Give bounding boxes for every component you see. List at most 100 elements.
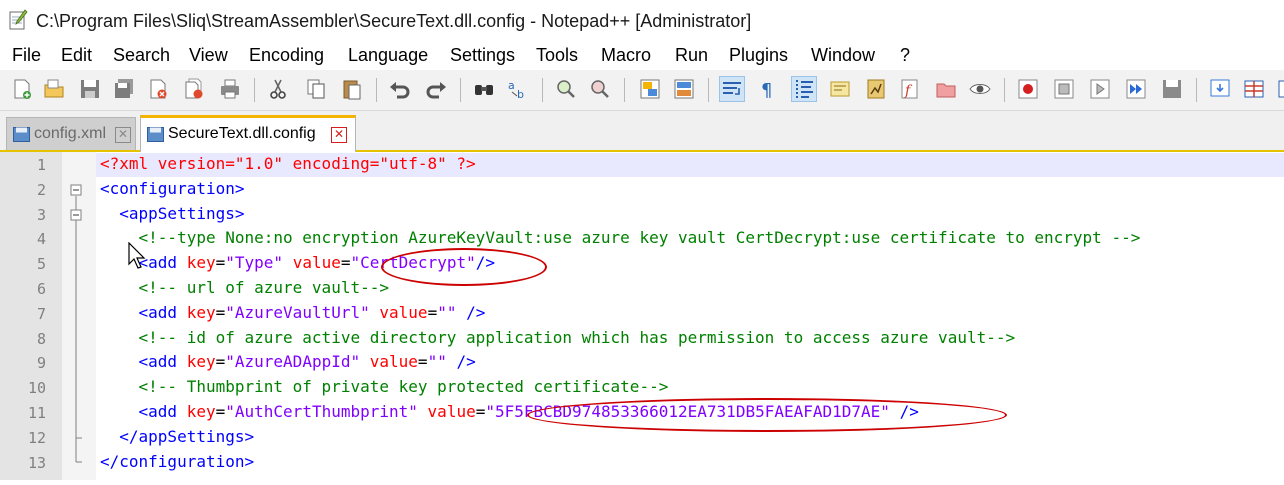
code-editor[interactable]: <?xml version="1.0" encoding="utf-8" ?> <… (0, 152, 1284, 480)
code-token: /> (899, 402, 919, 421)
zoom-in-icon[interactable] (554, 77, 578, 101)
code-token: value (427, 402, 476, 421)
cut-icon[interactable] (266, 77, 290, 101)
tab-config-xml[interactable]: config.xml ✕ (6, 117, 136, 150)
code-line: <?xml version="1.0" encoding="utf-8" ?> (100, 154, 476, 173)
fold-markers (70, 184, 82, 463)
code-token: <add (138, 402, 187, 421)
menu-window[interactable]: Window (811, 45, 875, 66)
show-all-characters-icon[interactable]: ¶ (756, 77, 780, 101)
save-all-icon[interactable] (112, 77, 136, 101)
menu-view[interactable]: View (189, 45, 228, 66)
line-number: 11 (27, 404, 46, 422)
line-number: 7 (36, 304, 46, 323)
sync-horizontal-icon[interactable] (672, 77, 696, 101)
monitoring-icon[interactable] (968, 77, 992, 101)
menu-plugins[interactable]: Plugins (729, 45, 788, 66)
code-token: "AzureADAppId" (225, 352, 361, 372)
close-all-icon[interactable] (182, 77, 206, 101)
toolbar-separator (708, 78, 709, 102)
replace-icon[interactable]: ab (506, 77, 530, 101)
tab-bar: config.xml ✕ SecureText.dll.config ✕ (0, 111, 1284, 153)
code-token: value (379, 302, 428, 322)
code-token: = (417, 352, 428, 372)
stop-recording-icon[interactable] (1052, 77, 1076, 101)
tab-close-icon[interactable]: ✕ (115, 127, 131, 143)
paste-icon[interactable] (340, 77, 364, 101)
menu-language[interactable]: Language (348, 45, 428, 66)
code-line: <!--type None:no encryption AzureKeyVaul… (100, 228, 1141, 247)
redo-icon[interactable] (424, 77, 448, 101)
tab-securetext-dll-config[interactable]: SecureText.dll.config ✕ (140, 115, 356, 153)
menu-run[interactable]: Run (675, 45, 708, 66)
tab-close-icon[interactable]: ✕ (331, 127, 347, 143)
save-icon[interactable] (78, 77, 102, 101)
saved-file-icon (13, 127, 30, 142)
zoom-out-icon[interactable] (588, 77, 612, 101)
menu-help[interactable]: ? (900, 45, 910, 66)
code-token: key (186, 402, 216, 421)
menu-encoding[interactable]: Encoding (249, 45, 324, 66)
menu-search[interactable]: Search (113, 45, 170, 66)
run-macro-multiple-icon[interactable] (1124, 77, 1148, 101)
toolbar-separator (254, 78, 255, 102)
record-macro-icon[interactable] (1016, 77, 1040, 101)
code-line: <add key="Type" value="CertDecrypt"/> (100, 253, 495, 272)
line-number: 10 (27, 379, 46, 398)
line-number: 8 (36, 329, 46, 348)
code-token: = (427, 302, 438, 322)
word-wrap-icon[interactable] (719, 76, 745, 102)
close-icon[interactable] (146, 77, 170, 101)
mouse-pointer-icon (128, 242, 146, 269)
save-macro-icon[interactable] (1160, 77, 1184, 101)
code-token: <?xml version="1.0" encoding="utf-8" ?> (100, 154, 476, 173)
play-macro-icon[interactable] (1088, 77, 1112, 101)
tab-panel-icon[interactable] (1208, 77, 1232, 101)
sync-vertical-icon[interactable] (638, 77, 662, 101)
toolbar: ab ¶ f (0, 70, 1284, 111)
indent-guide-icon[interactable] (791, 76, 817, 102)
function-list-icon[interactable]: f (898, 77, 922, 101)
user-defined-language-icon[interactable] (828, 77, 852, 101)
menu-file[interactable]: File (12, 45, 41, 66)
line-number: 1 (36, 156, 46, 174)
new-file-icon[interactable] (10, 77, 34, 101)
line-number: 3 (36, 205, 46, 224)
code-token: "" (427, 352, 447, 372)
document-map-icon[interactable] (864, 77, 888, 101)
window-title: C:\Program Files\Sliq\StreamAssembler\Se… (36, 11, 752, 31)
menu-bar: File Edit Search View Encoding Language … (0, 42, 1284, 70)
code-token: /> (475, 253, 495, 273)
menu-macro[interactable]: Macro (601, 45, 651, 66)
code-token: "AzureVaultUrl" (225, 302, 370, 322)
code-token: = (215, 402, 226, 421)
find-icon[interactable] (472, 77, 496, 101)
folder-as-workspace-icon[interactable] (934, 77, 958, 101)
undo-icon[interactable] (388, 77, 412, 101)
table-icon[interactable] (1242, 77, 1266, 101)
print-icon[interactable] (218, 77, 242, 101)
open-file-icon[interactable] (42, 77, 66, 101)
copy-icon[interactable] (304, 77, 328, 101)
svg-text:¶: ¶ (761, 80, 772, 101)
code-token: <!-- Thumbprint of private key protected… (138, 377, 669, 397)
menu-edit[interactable]: Edit (61, 45, 92, 66)
line-number: 5 (36, 255, 46, 274)
code-line: <add key="AzureVaultUrl" value="" /> (100, 302, 486, 322)
saved-file-icon (147, 127, 164, 142)
toolbar-separator (624, 78, 625, 102)
code-token: = (215, 352, 226, 372)
line-number: 6 (36, 280, 46, 298)
menu-settings[interactable]: Settings (450, 45, 515, 66)
line-number: 13 (27, 453, 46, 472)
menu-tools[interactable]: Tools (536, 45, 578, 66)
tab-label: config.xml (34, 125, 107, 142)
columns-icon[interactable] (1276, 77, 1284, 101)
